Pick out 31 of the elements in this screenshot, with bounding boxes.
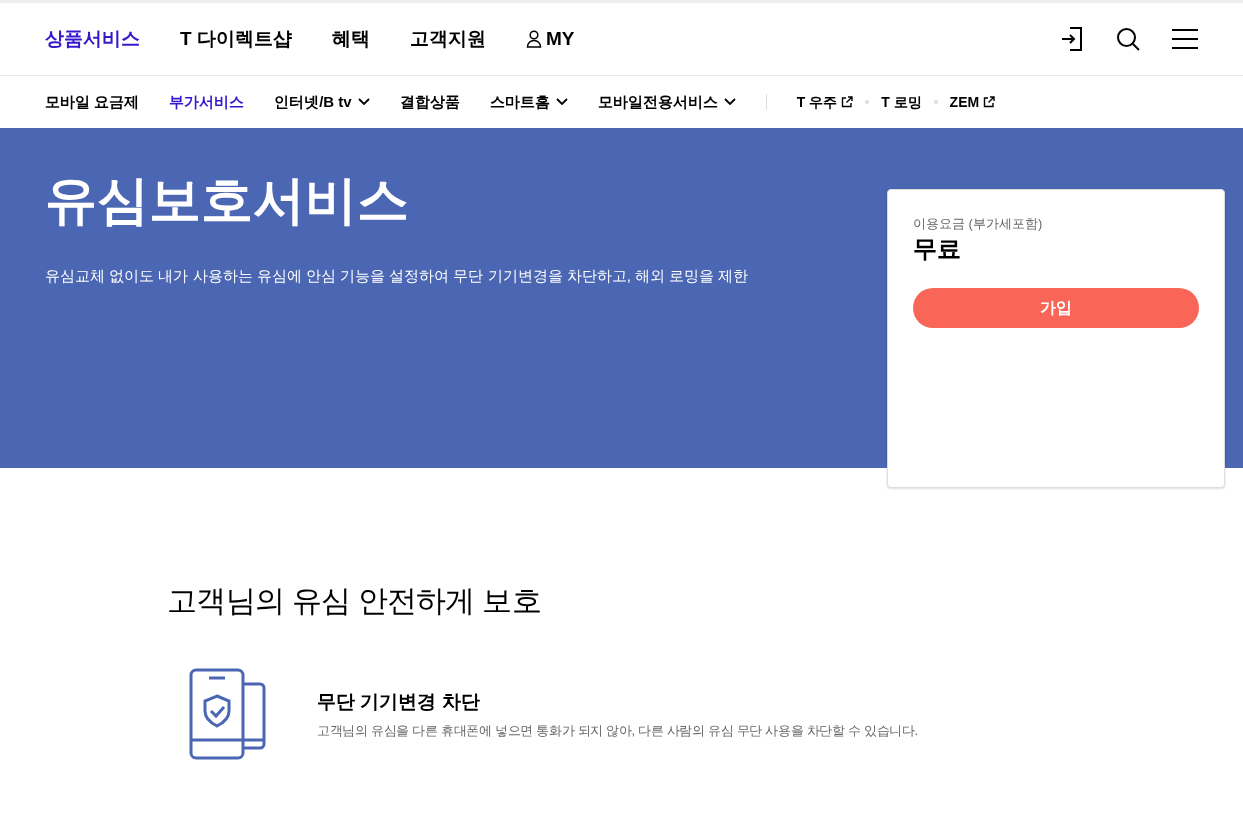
external-nav-link[interactable]: ZEM [949, 91, 996, 113]
sub-nav-link[interactable]: 모바일 요금제 [45, 90, 140, 114]
sub-nav-link[interactable]: 스마트홈 [489, 90, 568, 114]
sub-nav-link[interactable]: 인터넷/B tv [274, 90, 370, 114]
search-icon[interactable] [1116, 27, 1140, 51]
phone-shield-icon [189, 668, 267, 760]
chevron-down-icon [555, 98, 568, 106]
login-icon[interactable] [1060, 26, 1084, 52]
hero-description: 유심교체 없이도 내가 사용하는 유심에 안심 기능을 설정하여 무단 기기변경을 차단하고, 해외 로밍을 제한 [45, 266, 749, 286]
page-title: 유심보호서비스 [45, 170, 409, 231]
main-nav-link[interactable]: 혜택 [331, 24, 370, 54]
sub-nav-link[interactable]: 결합상품 [399, 90, 460, 114]
user-icon [525, 30, 542, 48]
sub-nav-link[interactable]: 모바일전용서비스 [597, 90, 736, 114]
main-nav-link[interactable]: T 다이렉트샵 [180, 24, 292, 54]
price-label: 이용요금 (부가세포함) [913, 215, 1044, 233]
external-link-icon [983, 96, 996, 108]
chevron-down-icon [357, 98, 370, 106]
feature-title: 무단 기기변경 차단 [317, 690, 481, 714]
feature-description: 고객님의 유심을 다른 휴대폰에 넣으면 통화가 되지 않아, 다른 사람의 유심 무단 사용을 차단할 수 있습니다. [317, 721, 918, 740]
section-title: 고객님의 유심 안전하게 보호 [167, 583, 542, 619]
main-nav-link[interactable]: 고객지원 [409, 24, 486, 54]
my-page-link[interactable]: MY [525, 24, 575, 54]
sub-nav-link[interactable]: 부가서비스 [169, 90, 245, 114]
chevron-down-icon [723, 98, 736, 106]
external-nav-link[interactable]: T 우주 [796, 91, 854, 113]
price-value: 무료 [913, 233, 962, 264]
main-nav-link[interactable]: 상품서비스 [45, 24, 140, 54]
external-nav-link[interactable]: T 로밍 [881, 91, 922, 113]
external-link-icon [841, 96, 854, 108]
menu-icon[interactable] [1172, 28, 1198, 50]
